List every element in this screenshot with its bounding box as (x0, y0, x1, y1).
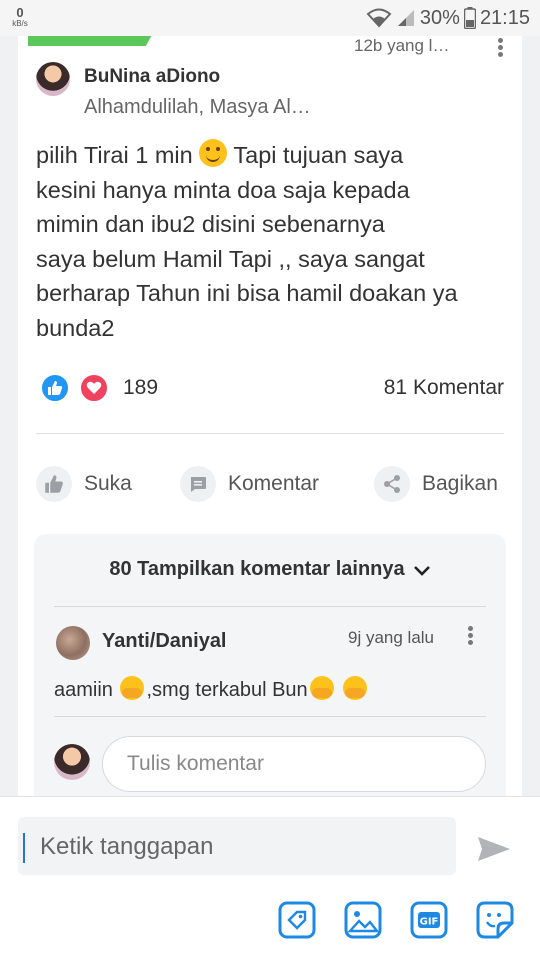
battery-icon (463, 7, 476, 29)
comment-text-part: aamiin (54, 679, 119, 701)
network-speed: 0 kB/s (8, 6, 32, 28)
reply-input[interactable]: Ketik tanggapan (18, 817, 456, 875)
thumbs-up-reaction-icon (40, 373, 70, 403)
heart-reaction-icon (79, 373, 109, 403)
comment-label: Komentar (228, 472, 320, 495)
status-bar: 0 kB/s 30% 21:15 (0, 0, 540, 36)
reply-placeholder: Ketik tanggapan (40, 833, 214, 860)
post-line: saya belum Hamil Tapi ,, saya sangat (36, 245, 425, 272)
svg-text:GIF: GIF (420, 917, 439, 928)
sticker-icon[interactable] (476, 901, 514, 939)
chevron-down-icon (413, 566, 430, 576)
post-line: pilih Tirai 1 min (36, 142, 193, 168)
my-avatar (54, 744, 90, 780)
hugging-face-emoji-icon (343, 676, 368, 700)
network-speed-value: 0 (16, 5, 24, 20)
network-speed-unit: kB/s (12, 19, 28, 28)
comment-more-options-icon[interactable] (466, 626, 474, 648)
author-avatar[interactable] (36, 62, 70, 96)
write-comment-placeholder: Tulis komentar (127, 752, 264, 775)
show-more-comments-button[interactable]: 80 Tampilkan komentar lainnya (34, 558, 506, 581)
thumbs-up-icon (36, 466, 72, 502)
divider (54, 716, 486, 717)
author-name[interactable]: BuNina aDiono (84, 66, 220, 88)
post-line: berharap Tahun ini bisa hamil doakan ya (36, 280, 458, 306)
comment-bubble-icon (180, 466, 216, 502)
send-icon[interactable] (476, 835, 512, 868)
commenter-avatar[interactable] (56, 626, 90, 660)
post-body: pilih Tirai 1 min Tapi tujuan saya kesin… (36, 138, 506, 345)
like-button[interactable]: Suka (36, 466, 132, 502)
post-line: Tapi tujuan saya (233, 142, 404, 168)
share-label: Bagikan (422, 472, 498, 495)
reaction-count: 189 (123, 376, 159, 399)
write-comment-input[interactable]: Tulis komentar (102, 736, 486, 792)
reaction-summary[interactable]: 189 81 Komentar (40, 372, 504, 404)
image-icon[interactable] (344, 901, 382, 939)
smiling-face-emoji-icon (199, 139, 228, 167)
member-badge (28, 36, 156, 46)
show-more-comments-label: 80 Tampilkan komentar lainnya (109, 558, 405, 580)
text-cursor (23, 833, 25, 863)
gif-icon[interactable]: GIF (410, 901, 448, 939)
tag-icon[interactable] (278, 901, 316, 939)
reply-composer: Ketik tanggapan GIF (0, 796, 540, 960)
like-label: Suka (84, 472, 132, 495)
post-subtitle: Alhamdulilah, Masya Al… (84, 96, 311, 118)
comment-button[interactable]: Komentar (180, 466, 319, 502)
divider (54, 606, 486, 607)
comment-count-link[interactable]: 81 Komentar (384, 376, 504, 400)
divider (36, 433, 504, 434)
post-card: 12b yang l… BuNina aDiono Alhamdulilah, … (18, 36, 522, 796)
commenter-name[interactable]: Yanti/Daniyal (102, 630, 227, 653)
share-button[interactable]: Bagikan (374, 466, 498, 502)
hugging-hands-emoji-icon (120, 676, 145, 700)
signal-icon (396, 8, 416, 28)
post-line: kesini hanya minta doa saja kepada (36, 176, 410, 203)
clock: 21:15 (479, 6, 530, 29)
post-more-options-icon[interactable] (496, 38, 504, 57)
comment-text-part: ,smg terkabul Bun (146, 679, 308, 701)
share-icon (374, 466, 410, 502)
comment-time: 9j yang lalu (348, 628, 435, 647)
post-timestamp: 12b yang l… (354, 36, 450, 55)
hugging-face-emoji-icon (309, 676, 334, 700)
wifi-icon (366, 8, 392, 28)
post-line: bunda2 (36, 314, 115, 341)
comment-text: aamiin ,smg terkabul Bun (54, 676, 369, 702)
post-line: mimin dan ibu2 disini sebenarnya (36, 211, 385, 237)
battery-percent: 30% (419, 6, 460, 29)
